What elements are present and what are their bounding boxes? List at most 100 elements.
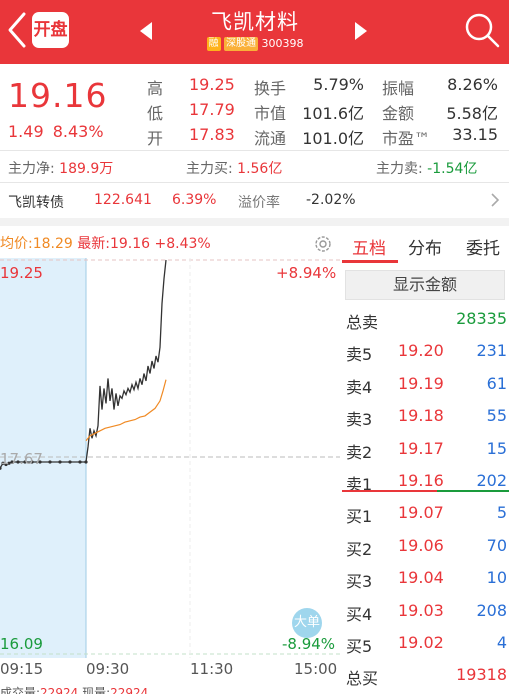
margin-tag: 融	[206, 37, 221, 51]
level-label: 买1	[346, 507, 373, 526]
price-change: 1.49 8.43%	[8, 122, 104, 141]
total-buy-row: 总买 19318	[346, 662, 509, 690]
open-badge-label: 开盘	[33, 20, 68, 40]
ask-level-3[interactable]: 卖3 19.18 55	[346, 403, 509, 431]
bid-level-1[interactable]: 买1 19.07 5	[346, 500, 509, 528]
bond-chevron[interactable]	[488, 190, 502, 210]
auction-point	[78, 460, 82, 464]
level-label: 卖2	[346, 442, 373, 462]
high-value: 19.25	[189, 75, 235, 94]
turnover-value: 5.79%	[313, 75, 364, 94]
bid-level-3[interactable]: 买3 19.04 10	[346, 565, 509, 593]
main-sell-label: 主力卖:	[376, 161, 423, 177]
main-buy-label: 主力买:	[186, 161, 233, 177]
top-bar: 开盘 飞凯材料 融 深股通 300398	[0, 0, 509, 64]
current-volume-label: 现量:	[82, 686, 111, 694]
latest-label: 最新:	[77, 236, 110, 252]
bid-level-4[interactable]: 买4 19.03 208	[346, 598, 509, 626]
low-label: 低	[147, 104, 164, 123]
convertible-bond-row[interactable]: 飞凯转债	[8, 192, 64, 212]
change-value: 1.49	[8, 122, 44, 141]
bond-name: 飞凯转债	[8, 195, 64, 211]
main-buy-value: 1.56亿	[237, 161, 283, 177]
total-buy-value: 19318	[456, 665, 507, 684]
show-amount-button[interactable]: 显示金额	[345, 270, 505, 300]
tab-distribution[interactable]: 分布	[408, 234, 442, 259]
level-volume: 61	[486, 373, 507, 393]
level-price: 19.19	[398, 373, 444, 393]
auction-point	[68, 460, 72, 464]
level-price: 19.20	[398, 341, 444, 360]
level-price: 19.18	[398, 406, 444, 425]
chart-settings-button[interactable]	[314, 235, 332, 253]
board-tag: 深股通	[224, 37, 258, 51]
level-price: 19.07	[398, 503, 444, 522]
level-label: 卖3	[346, 410, 373, 429]
divider	[0, 182, 509, 183]
level-price: 19.17	[398, 438, 444, 458]
y-tick-high-pct: +8.94%	[276, 264, 337, 282]
intraday-chart[interactable]	[0, 258, 340, 658]
orderbook-tabs: 五档 分布 委托	[342, 230, 509, 263]
main-sell-flow[interactable]: 主力卖: -1.54亿	[376, 158, 477, 178]
latest-value: 19.16	[109, 236, 151, 252]
avg-label: 均价:	[0, 236, 33, 252]
level-price: 19.03	[398, 600, 444, 620]
bid-level-5[interactable]: 买5 19.02 4	[346, 630, 509, 658]
bond-pct: 6.39%	[172, 192, 217, 208]
total-buy-label: 总买	[346, 669, 379, 688]
chart-header: 均价:18.29 最新:19.16 +8.43%	[0, 233, 211, 253]
amount-value: 5.58亿	[446, 104, 498, 123]
y-tick-low: 16.09	[0, 635, 43, 653]
turnover-label: 换手	[254, 79, 287, 98]
level-volume: 231	[476, 341, 507, 360]
main-net-flow[interactable]: 主力净: 189.9万	[8, 158, 113, 178]
open-market-badge[interactable]: 开盘	[32, 12, 69, 48]
y-tick-prevclose: 17.67	[0, 450, 43, 468]
level-volume: 5	[496, 503, 507, 522]
next-triangle-icon	[355, 22, 367, 40]
next-stock-button[interactable]	[351, 20, 371, 42]
volume-header: 成交量:22924 现量:22924	[0, 684, 148, 694]
stock-name: 飞凯材料	[211, 10, 299, 34]
open-label: 开	[147, 129, 164, 148]
level-price: 19.16	[398, 471, 444, 490]
bond-price: 122.641	[94, 192, 152, 208]
volume-label: 成交量:	[0, 686, 41, 694]
auction-point	[58, 460, 62, 464]
stock-code: 300398	[261, 37, 304, 50]
premium-label: 溢价率	[238, 195, 280, 211]
level-label: 卖4	[346, 377, 373, 397]
stock-subline: 融 深股通 300398	[160, 37, 350, 51]
section-gap	[0, 218, 509, 226]
back-button[interactable]	[2, 8, 32, 52]
main-buy-flow[interactable]: 主力买: 1.56亿	[186, 158, 282, 178]
latest-pct: +8.43%	[154, 236, 211, 252]
main-net-value: 189.9万	[59, 161, 114, 177]
ask-level-4[interactable]: 卖2 19.17 15	[346, 436, 509, 464]
tab-orders[interactable]: 委托	[466, 234, 500, 259]
bid-level-2[interactable]: 买2 19.06 70	[346, 533, 509, 561]
level-label: 买3	[346, 572, 373, 591]
ask-level-2[interactable]: 卖4 19.19 61	[346, 371, 509, 399]
level-price: 19.06	[398, 535, 444, 555]
level-volume: 10	[486, 568, 507, 587]
prev-stock-button[interactable]	[136, 20, 156, 42]
level-price: 19.04	[398, 568, 444, 587]
big-order-badge[interactable]: 大单	[292, 608, 322, 638]
mktcap-value: 101.6亿	[302, 104, 364, 123]
total-sell-label: 总卖	[346, 313, 379, 332]
search-button[interactable]	[460, 8, 504, 52]
tab-five-levels[interactable]: 五档	[352, 234, 386, 259]
float-label: 流通	[254, 129, 287, 148]
open-value: 17.83	[189, 125, 235, 144]
ask-level-1[interactable]: 卖5 19.20 231	[346, 338, 509, 366]
high-label: 高	[147, 79, 164, 98]
volume-value: 22924	[40, 686, 79, 694]
level-label: 买4	[346, 604, 373, 624]
x-tick: 15:00	[294, 660, 338, 678]
amplitude-value: 8.26%	[447, 75, 498, 94]
amount-label: 金额	[382, 104, 415, 123]
pe-label: 市盈™	[382, 129, 431, 148]
level-label: 买2	[346, 539, 373, 559]
